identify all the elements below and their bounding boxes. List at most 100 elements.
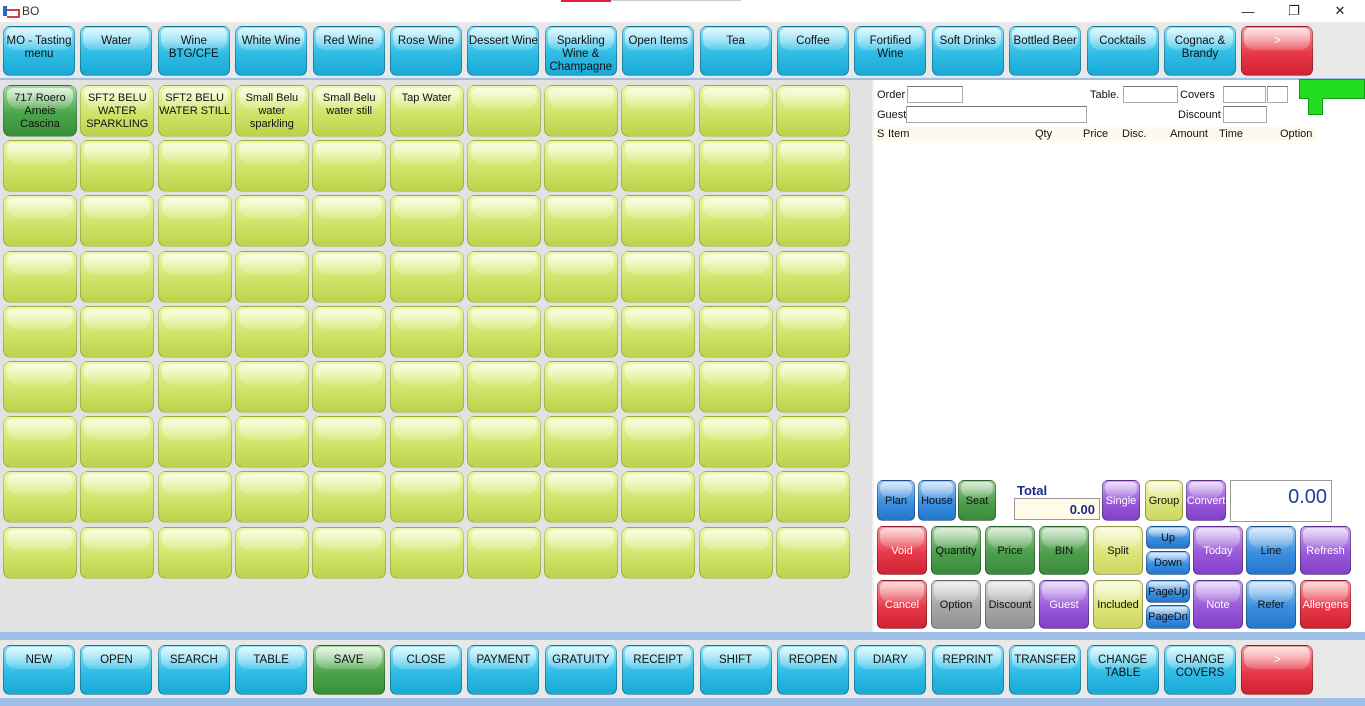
quantity-button[interactable]: Quantity [931, 526, 981, 575]
empty-item-slot[interactable] [3, 140, 77, 193]
empty-item-slot[interactable] [466, 305, 541, 358]
category-button-coffee[interactable]: Coffee [777, 26, 849, 76]
empty-item-slot[interactable] [698, 416, 773, 469]
item-button-717-roero-arneis-cascina[interactable]: 717 Roero Arneis Cascina [3, 85, 77, 137]
empty-item-slot[interactable] [544, 416, 619, 469]
empty-item-slot[interactable] [389, 471, 464, 524]
down-button[interactable]: Down [1146, 551, 1190, 575]
empty-item-slot[interactable] [157, 361, 232, 413]
empty-item-slot[interactable] [776, 195, 850, 248]
empty-item-slot[interactable] [157, 526, 232, 579]
empty-item-slot[interactable] [621, 416, 696, 469]
empty-item-slot[interactable] [698, 85, 773, 137]
empty-item-slot[interactable] [80, 250, 155, 303]
plan-button[interactable]: Plan [877, 480, 915, 521]
empty-item-slot[interactable] [776, 471, 850, 524]
category-button-white-wine[interactable]: White Wine [235, 26, 308, 76]
function-button-payment[interactable]: PAYMENT [467, 645, 540, 695]
empty-item-slot[interactable] [466, 416, 541, 469]
empty-item-slot[interactable] [157, 305, 232, 358]
empty-item-slot[interactable] [234, 416, 309, 469]
empty-item-slot[interactable] [466, 471, 541, 524]
category-button-fortified-wine[interactable]: Fortified Wine [854, 26, 927, 76]
empty-item-slot[interactable] [80, 416, 155, 469]
empty-item-slot[interactable] [3, 526, 77, 579]
empty-item-slot[interactable] [234, 305, 309, 358]
function-button-reprint[interactable]: REPRINT [931, 645, 1004, 695]
empty-item-slot[interactable] [80, 361, 155, 413]
empty-item-slot[interactable] [544, 250, 619, 303]
category-button-cocktails[interactable]: Cocktails [1086, 26, 1159, 76]
function-button-save[interactable]: SAVE [312, 645, 385, 695]
empty-item-slot[interactable] [3, 195, 77, 248]
category-button-tea[interactable]: Tea [699, 26, 772, 76]
empty-item-slot[interactable] [389, 140, 464, 193]
up-button[interactable]: Up [1146, 526, 1190, 549]
category-button-open-items[interactable]: Open Items [622, 26, 695, 76]
empty-item-slot[interactable] [234, 361, 309, 413]
single-button[interactable]: Single [1102, 480, 1140, 521]
empty-item-slot[interactable] [312, 526, 387, 579]
function-button-change-table[interactable]: CHANGE TABLE [1086, 645, 1159, 695]
function-button-gratuity[interactable]: GRATUITY [544, 645, 617, 695]
restore-button[interactable]: ❐ [1271, 0, 1317, 22]
included-button[interactable]: Included [1093, 580, 1143, 629]
empty-item-slot[interactable] [776, 250, 850, 303]
empty-item-slot[interactable] [776, 85, 850, 137]
covers-extra-field[interactable] [1267, 86, 1288, 103]
refer-button[interactable]: Refer [1246, 580, 1296, 629]
empty-item-slot[interactable] [698, 526, 773, 579]
empty-item-slot[interactable] [80, 471, 155, 524]
empty-item-slot[interactable] [389, 250, 464, 303]
discount-button[interactable]: Discount [985, 580, 1035, 629]
empty-item-slot[interactable] [157, 140, 232, 193]
category-button-mo-tasting-menu[interactable]: MO - Tasting menu [3, 26, 75, 76]
empty-item-slot[interactable] [312, 305, 387, 358]
empty-item-slot[interactable] [544, 526, 619, 579]
empty-item-slot[interactable] [312, 195, 387, 248]
empty-item-slot[interactable] [466, 85, 541, 137]
pageup-button[interactable]: PageUp [1146, 580, 1190, 603]
category-button-wine-btg-cfe[interactable]: Wine BTG/CFE [157, 26, 230, 76]
category-button-red-wine[interactable]: Red Wine [312, 26, 385, 76]
empty-item-slot[interactable] [776, 416, 850, 469]
empty-item-slot[interactable] [621, 250, 696, 303]
category-button-water[interactable]: Water [80, 26, 153, 76]
function-button-diary[interactable]: DIARY [854, 645, 927, 695]
empty-item-slot[interactable] [544, 85, 619, 137]
item-button-sft2-belu-water-still[interactable]: SFT2 BELU WATER STILL [157, 85, 232, 137]
function-button-change-covers[interactable]: CHANGE COVERS [1164, 645, 1236, 695]
empty-item-slot[interactable] [776, 526, 850, 579]
item-button-small-belu-water-sparkling[interactable]: Small Belu water sparkling [234, 85, 309, 137]
empty-item-slot[interactable] [466, 361, 541, 413]
minimize-button[interactable]: — [1225, 0, 1271, 22]
empty-item-slot[interactable] [157, 195, 232, 248]
empty-item-slot[interactable] [312, 361, 387, 413]
empty-item-slot[interactable] [776, 140, 850, 193]
empty-item-slot[interactable] [157, 250, 232, 303]
empty-item-slot[interactable] [389, 195, 464, 248]
category-button-bottled-beer[interactable]: Bottled Beer [1009, 26, 1082, 76]
today-button[interactable]: Today [1193, 526, 1243, 575]
function-button-more[interactable]: > [1241, 645, 1314, 695]
empty-item-slot[interactable] [698, 305, 773, 358]
empty-item-slot[interactable] [698, 195, 773, 248]
empty-item-slot[interactable] [621, 471, 696, 524]
empty-item-slot[interactable] [157, 416, 232, 469]
empty-item-slot[interactable] [234, 250, 309, 303]
empty-item-slot[interactable] [621, 361, 696, 413]
empty-item-slot[interactable] [544, 471, 619, 524]
empty-item-slot[interactable] [3, 250, 77, 303]
empty-item-slot[interactable] [389, 416, 464, 469]
function-button-receipt[interactable]: RECEIPT [622, 645, 695, 695]
empty-item-slot[interactable] [312, 416, 387, 469]
empty-item-slot[interactable] [698, 471, 773, 524]
guest-button[interactable]: Guest [1039, 580, 1089, 629]
item-button-small-belu-water-still[interactable]: Small Belu water still [312, 85, 387, 137]
empty-item-slot[interactable] [698, 250, 773, 303]
empty-item-slot[interactable] [234, 471, 309, 524]
function-button-shift[interactable]: SHIFT [699, 645, 772, 695]
empty-item-slot[interactable] [621, 526, 696, 579]
empty-item-slot[interactable] [466, 526, 541, 579]
split-button[interactable]: Split [1093, 526, 1143, 575]
